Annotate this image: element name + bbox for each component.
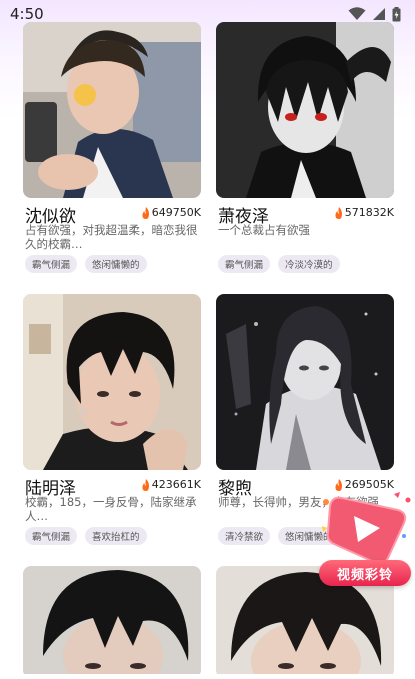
popularity-count: 571832K bbox=[334, 206, 394, 219]
character-description: 校霸，185，一身反骨，陆家继承人… bbox=[25, 495, 197, 523]
tag[interactable]: 霸气侧漏 bbox=[218, 255, 271, 273]
fire-icon bbox=[335, 206, 342, 219]
character-avatar bbox=[23, 566, 201, 678]
character-description: 一个总裁占有欲强 bbox=[218, 223, 310, 237]
tag-list: 霸气侧漏 喜欢抬杠的 bbox=[25, 527, 147, 545]
tag-list: 霸气侧漏 冷淡冷漠的 bbox=[218, 255, 340, 273]
popularity-count: 423661K bbox=[141, 478, 201, 491]
character-avatar bbox=[23, 294, 201, 470]
fire-icon bbox=[142, 206, 149, 219]
character-description: 占有欲强，对我超温柔，暗恋我很久的校霸… bbox=[25, 223, 198, 251]
fire-icon bbox=[142, 478, 149, 491]
popularity-value: 571832K bbox=[344, 206, 394, 219]
tag[interactable]: 喜欢抬杠的 bbox=[85, 527, 147, 545]
character-avatar bbox=[216, 294, 394, 470]
tag[interactable]: 清冷禁欲 bbox=[218, 527, 271, 545]
status-icons bbox=[348, 6, 401, 22]
tag[interactable]: 霸气侧漏 bbox=[25, 527, 78, 545]
popularity-value: 649750K bbox=[151, 206, 201, 219]
video-ringtone-label: 视频彩铃 bbox=[319, 560, 411, 586]
signal-icon bbox=[373, 8, 385, 20]
battery-icon bbox=[392, 6, 401, 21]
app-screen: 4:50 沈似欲 649750K 占有欲强，对我超温柔，暗恋我很久的校霸… 霸气… bbox=[0, 0, 415, 679]
tag-list: 霸气侧漏 悠闲慵懒的 bbox=[25, 255, 147, 273]
status-time: 4:50 bbox=[10, 5, 44, 23]
video-ringtone-widget[interactable]: 视频彩铃 bbox=[318, 488, 414, 588]
wifi-icon bbox=[348, 7, 366, 20]
popularity-count: 649750K bbox=[141, 206, 201, 219]
character-avatar bbox=[216, 22, 394, 198]
tag[interactable]: 冷淡冷漠的 bbox=[278, 255, 340, 273]
popularity-value: 423661K bbox=[151, 478, 201, 491]
character-avatar bbox=[23, 22, 201, 198]
bottom-edge bbox=[0, 674, 415, 679]
tag[interactable]: 悠闲慵懒的 bbox=[85, 255, 147, 273]
play-icon bbox=[322, 492, 411, 565]
tag[interactable]: 霸气侧漏 bbox=[25, 255, 78, 273]
